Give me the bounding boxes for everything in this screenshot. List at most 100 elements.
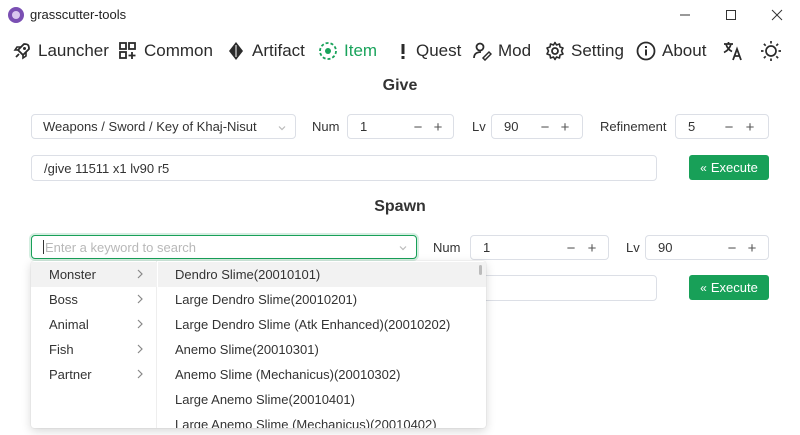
nav-common[interactable]: Common: [118, 36, 213, 66]
give-command-field[interactable]: /give 11511 x1 lv90 r5: [31, 155, 657, 181]
spawn-cascader-dropdown: Monster Boss Animal Fish Partner Dendro …: [31, 261, 486, 428]
user-edit-icon: [473, 42, 492, 61]
text-caret: [43, 240, 44, 254]
language-button[interactable]: [722, 36, 750, 66]
nav-setting[interactable]: Setting: [545, 36, 624, 66]
give-lv-label: Lv: [472, 119, 486, 134]
list-item[interactable]: Large Anemo Slime(20010401): [158, 387, 486, 412]
rocket-icon: [13, 43, 30, 60]
nav-quest-label: Quest: [416, 41, 462, 60]
category-column: Monster Boss Animal Fish Partner: [31, 261, 157, 428]
nav-mod-label: Mod: [498, 41, 532, 60]
app-logo-icon: [8, 7, 24, 23]
double-chevron-left-icon: «: [700, 280, 707, 295]
nav-artifact[interactable]: Artifact: [226, 36, 305, 66]
spawn-section-title: Spawn: [374, 198, 426, 215]
category-item-monster[interactable]: Monster: [31, 262, 157, 287]
give-lv-value: 90: [504, 119, 519, 134]
category-item-label: Partner: [49, 367, 92, 382]
chevron-right-icon: [137, 269, 143, 279]
give-num-input[interactable]: 1 − +: [347, 114, 454, 139]
minimize-button[interactable]: [662, 0, 708, 30]
give-command-value: /give 11511 x1 lv90 r5: [44, 160, 170, 176]
theme-toggle-button[interactable]: [760, 36, 788, 66]
give-execute-button[interactable]: « Execute: [689, 155, 769, 180]
app-title: grasscutter-tools: [30, 7, 127, 22]
chevron-right-icon: [137, 294, 143, 304]
category-item-label: Animal: [49, 317, 89, 332]
give-num-increment-button[interactable]: +: [428, 116, 448, 138]
give-num-decrement-button[interactable]: −: [408, 116, 428, 138]
category-item-label: Boss: [49, 292, 78, 307]
nav-item[interactable]: Item: [318, 36, 377, 66]
give-refinement-label: Refinement: [600, 119, 667, 134]
give-num-value: 1: [360, 119, 368, 134]
give-lv-decrement-button[interactable]: −: [535, 116, 555, 138]
spawn-num-label: Num: [433, 240, 461, 255]
category-item-partner[interactable]: Partner: [31, 362, 157, 387]
nav-artifact-label: Artifact: [252, 41, 305, 60]
spawn-num-decrement-button[interactable]: −: [561, 237, 581, 259]
nav-setting-label: Setting: [571, 41, 624, 60]
nav-mod[interactable]: Mod: [472, 36, 531, 66]
chevron-right-icon: [137, 344, 143, 354]
maximize-button[interactable]: [708, 0, 754, 30]
nav-about-label: About: [662, 41, 707, 60]
list-item[interactable]: Large Anemo Slime (Mechanicus)(20010402): [158, 412, 486, 428]
info-icon: [636, 41, 656, 61]
give-num-label: Num: [312, 119, 340, 134]
spawn-num-increment-button[interactable]: +: [582, 237, 602, 259]
grid-add-icon: [119, 42, 136, 59]
give-refinement-increment-button[interactable]: +: [740, 116, 760, 138]
give-refinement-decrement-button[interactable]: −: [719, 116, 739, 138]
close-button[interactable]: [754, 0, 800, 30]
title-bar: grasscutter-tools: [0, 0, 800, 30]
chevron-right-icon: [137, 319, 143, 329]
spawn-search-input[interactable]: Enter a keyword to search: [31, 235, 417, 259]
maximize-icon: [726, 10, 736, 20]
nav-item-label: Item: [344, 41, 378, 60]
category-item-animal[interactable]: Animal: [31, 312, 157, 337]
give-item-select-value: Weapons / Sword / Key of Khaj-Nisut: [43, 119, 257, 134]
main-nav: Launcher Common Artifact Item Quest Mod …: [0, 36, 800, 66]
give-item-select[interactable]: Weapons / Sword / Key of Khaj-Nisut: [31, 114, 296, 139]
chevron-down-icon: [278, 126, 286, 131]
spawn-lv-input[interactable]: 90 − +: [645, 235, 769, 260]
nav-launcher[interactable]: Launcher: [12, 36, 109, 66]
spawn-lv-decrement-button[interactable]: −: [722, 237, 742, 259]
give-refinement-value: 5: [688, 119, 696, 134]
minimize-icon: [680, 14, 690, 16]
chevron-right-icon: [137, 369, 143, 379]
give-lv-increment-button[interactable]: +: [555, 116, 575, 138]
list-item[interactable]: Anemo Slime(20010301): [158, 337, 486, 362]
diamond-icon: [229, 42, 243, 60]
list-item[interactable]: Large Dendro Slime (Atk Enhanced)(200102…: [158, 312, 486, 337]
category-item-label: Fish: [49, 342, 74, 357]
spawn-execute-button[interactable]: « Execute: [689, 275, 769, 300]
nav-common-label: Common: [144, 41, 213, 60]
exclamation-icon: [401, 44, 405, 59]
spawn-lv-increment-button[interactable]: +: [742, 237, 762, 259]
category-item-label: Monster: [49, 267, 96, 282]
spawn-execute-label: Execute: [710, 280, 758, 295]
spawn-num-value: 1: [483, 240, 491, 255]
list-item[interactable]: Large Dendro Slime(20010201): [158, 287, 486, 312]
dropdown-scrollbar[interactable]: [479, 265, 482, 275]
close-icon: [771, 9, 783, 21]
category-item-fish[interactable]: Fish: [31, 337, 157, 362]
list-item[interactable]: Dendro Slime(20010101): [158, 262, 486, 287]
give-refinement-input[interactable]: 5 − +: [675, 114, 769, 139]
nav-launcher-label: Launcher: [38, 41, 109, 60]
spawn-num-input[interactable]: 1 − +: [470, 235, 609, 260]
give-lv-input[interactable]: 90 − +: [491, 114, 583, 139]
give-section-title: Give: [382, 77, 418, 94]
gear-icon: [546, 41, 564, 61]
double-chevron-left-icon: «: [700, 160, 707, 175]
list-item[interactable]: Anemo Slime (Mechanicus)(20010302): [158, 362, 486, 387]
nav-about[interactable]: About: [636, 36, 706, 66]
category-item-boss[interactable]: Boss: [31, 287, 157, 312]
give-execute-label: Execute: [710, 160, 758, 175]
nav-quest[interactable]: Quest: [396, 36, 461, 66]
sun-icon: [761, 41, 781, 61]
spawn-lv-value: 90: [658, 240, 673, 255]
